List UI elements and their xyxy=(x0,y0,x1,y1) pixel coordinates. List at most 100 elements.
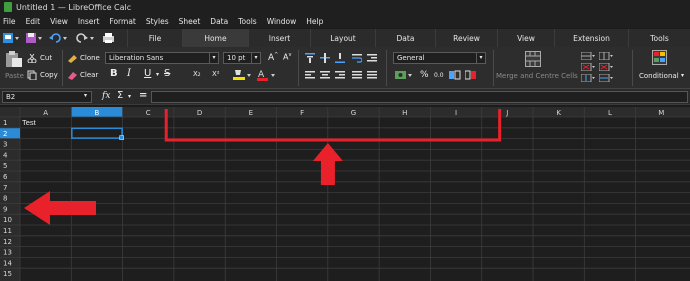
percent-button[interactable]: % xyxy=(420,70,429,80)
spreadsheet-grid[interactable]: A B C D E F G H I J K L M123456789101112131415Test xyxy=(0,107,690,281)
print-icon[interactable] xyxy=(102,32,116,44)
cut-button[interactable]: Cut xyxy=(40,54,52,62)
chevron-down-icon[interactable]: ▾ xyxy=(128,93,131,100)
copy-icon[interactable] xyxy=(27,70,37,80)
delete-rows-icon[interactable] xyxy=(581,63,595,71)
column-header-k[interactable]: K xyxy=(556,109,561,117)
menu-view[interactable]: View xyxy=(50,17,68,26)
clear-icon[interactable] xyxy=(66,70,78,80)
formula-input[interactable] xyxy=(151,91,688,103)
menu-help[interactable]: Help xyxy=(306,17,323,26)
font-size-box[interactable]: 10 pt ▾ xyxy=(223,52,261,64)
row-header-14[interactable]: 14 xyxy=(3,259,12,267)
strikethrough-button[interactable]: S xyxy=(164,68,170,79)
chevron-down-icon[interactable]: ▾ xyxy=(84,92,87,99)
column-header-b[interactable]: B xyxy=(95,109,100,117)
cell-a1[interactable]: Test xyxy=(22,118,37,127)
save-icon[interactable] xyxy=(25,32,43,44)
grow-font-icon[interactable]: A^ xyxy=(268,52,278,63)
font-name-box[interactable]: Liberation Sans ▾ xyxy=(105,52,219,64)
row-header-5[interactable]: 5 xyxy=(3,162,7,170)
distribute-icon[interactable] xyxy=(367,70,377,80)
align-bottom-icon[interactable] xyxy=(335,53,345,63)
align-top-icon[interactable] xyxy=(305,53,315,63)
tab-layout[interactable]: Layout xyxy=(310,29,375,47)
conditional-button[interactable]: Conditional xyxy=(639,72,679,80)
column-header-e[interactable]: E xyxy=(249,109,253,117)
italic-button[interactable]: I xyxy=(127,68,131,79)
new-document-icon[interactable] xyxy=(2,32,20,44)
indent-icon[interactable] xyxy=(367,53,377,63)
cut-icon[interactable] xyxy=(27,53,37,63)
remove-decimal-icon[interactable] xyxy=(465,70,477,80)
row-header-10[interactable]: 10 xyxy=(3,216,12,224)
justify-icon[interactable] xyxy=(352,70,362,80)
underline-button[interactable]: U xyxy=(144,68,151,79)
chevron-down-icon[interactable]: ▾ xyxy=(156,71,159,78)
delete-columns-icon[interactable] xyxy=(599,63,613,71)
paste-label[interactable]: Paste xyxy=(5,72,24,80)
function-wizard-button[interactable]: fx xyxy=(102,91,110,101)
column-header-d[interactable]: D xyxy=(197,109,202,117)
tab-extension[interactable]: Extension xyxy=(554,29,628,47)
currency-icon[interactable] xyxy=(395,70,413,81)
formula-button[interactable]: = xyxy=(139,90,147,101)
decimal-button[interactable]: 0.0 xyxy=(434,72,444,79)
clone-button[interactable]: Clone xyxy=(80,54,100,62)
tab-insert[interactable]: Insert xyxy=(248,29,310,47)
row-header-7[interactable]: 7 xyxy=(3,184,7,192)
row-height-icon[interactable] xyxy=(581,74,595,82)
row-header-15[interactable]: 15 xyxy=(3,270,12,278)
column-header-f[interactable]: F xyxy=(300,109,304,117)
align-middle-icon[interactable] xyxy=(320,53,330,63)
row-header-13[interactable]: 13 xyxy=(3,249,12,257)
row-header-11[interactable]: 11 xyxy=(3,227,12,235)
column-header-l[interactable]: L xyxy=(608,109,612,117)
chevron-down-icon[interactable]: ▾ xyxy=(251,53,260,63)
align-left-icon[interactable] xyxy=(305,70,315,80)
row-header-3[interactable]: 3 xyxy=(3,141,7,149)
chevron-down-icon[interactable]: ▾ xyxy=(476,53,485,63)
redo-icon[interactable] xyxy=(75,32,97,44)
wrap-icon[interactable] xyxy=(352,53,362,63)
tab-home[interactable]: Home xyxy=(182,29,248,47)
shrink-font-icon[interactable]: Av xyxy=(283,52,291,62)
menu-data[interactable]: Data xyxy=(210,17,228,26)
tab-file[interactable]: File xyxy=(127,29,182,47)
menu-tools[interactable]: Tools xyxy=(238,17,256,26)
clear-button[interactable]: Clear xyxy=(80,71,98,79)
column-header-i[interactable]: I xyxy=(455,109,457,117)
column-header-m[interactable]: M xyxy=(658,109,664,117)
menu-window[interactable]: Window xyxy=(267,17,297,26)
chevron-down-icon[interactable]: ▾ xyxy=(209,53,218,63)
conditional-format-icon[interactable] xyxy=(652,50,668,67)
number-format-box[interactable]: General ▾ xyxy=(393,52,486,64)
name-box[interactable]: B2 xyxy=(2,91,92,103)
column-header-j[interactable]: J xyxy=(505,109,508,117)
clone-icon[interactable] xyxy=(66,53,78,63)
row-header-9[interactable]: 9 xyxy=(3,205,7,213)
subscript-button[interactable]: X₂ xyxy=(193,70,201,78)
add-decimal-icon[interactable] xyxy=(449,70,461,80)
column-header-h[interactable]: H xyxy=(402,109,407,117)
tab-review[interactable]: Review xyxy=(435,29,497,47)
insert-rows-icon[interactable] xyxy=(581,52,595,60)
row-header-4[interactable]: 4 xyxy=(3,151,8,159)
merge-center-button[interactable]: Merge and Centre Cells xyxy=(496,72,578,80)
column-width-icon[interactable] xyxy=(599,74,613,82)
column-header-c[interactable]: C xyxy=(146,109,151,117)
merge-cells-icon[interactable] xyxy=(525,51,541,67)
paste-icon[interactable] xyxy=(4,50,24,68)
column-header-g[interactable]: G xyxy=(351,109,356,117)
menu-styles[interactable]: Styles xyxy=(146,17,169,26)
row-header-12[interactable]: 12 xyxy=(3,238,12,246)
autofill-handle[interactable] xyxy=(119,135,124,140)
tab-view[interactable]: View xyxy=(497,29,554,47)
row-header-1[interactable]: 1 xyxy=(3,119,7,127)
copy-button[interactable]: Copy xyxy=(40,71,58,79)
align-right-icon[interactable] xyxy=(335,70,345,80)
menu-edit[interactable]: Edit xyxy=(26,17,41,26)
sum-button[interactable]: Σ xyxy=(117,90,123,101)
menu-insert[interactable]: Insert xyxy=(78,17,100,26)
font-color-icon[interactable]: A xyxy=(256,69,276,81)
